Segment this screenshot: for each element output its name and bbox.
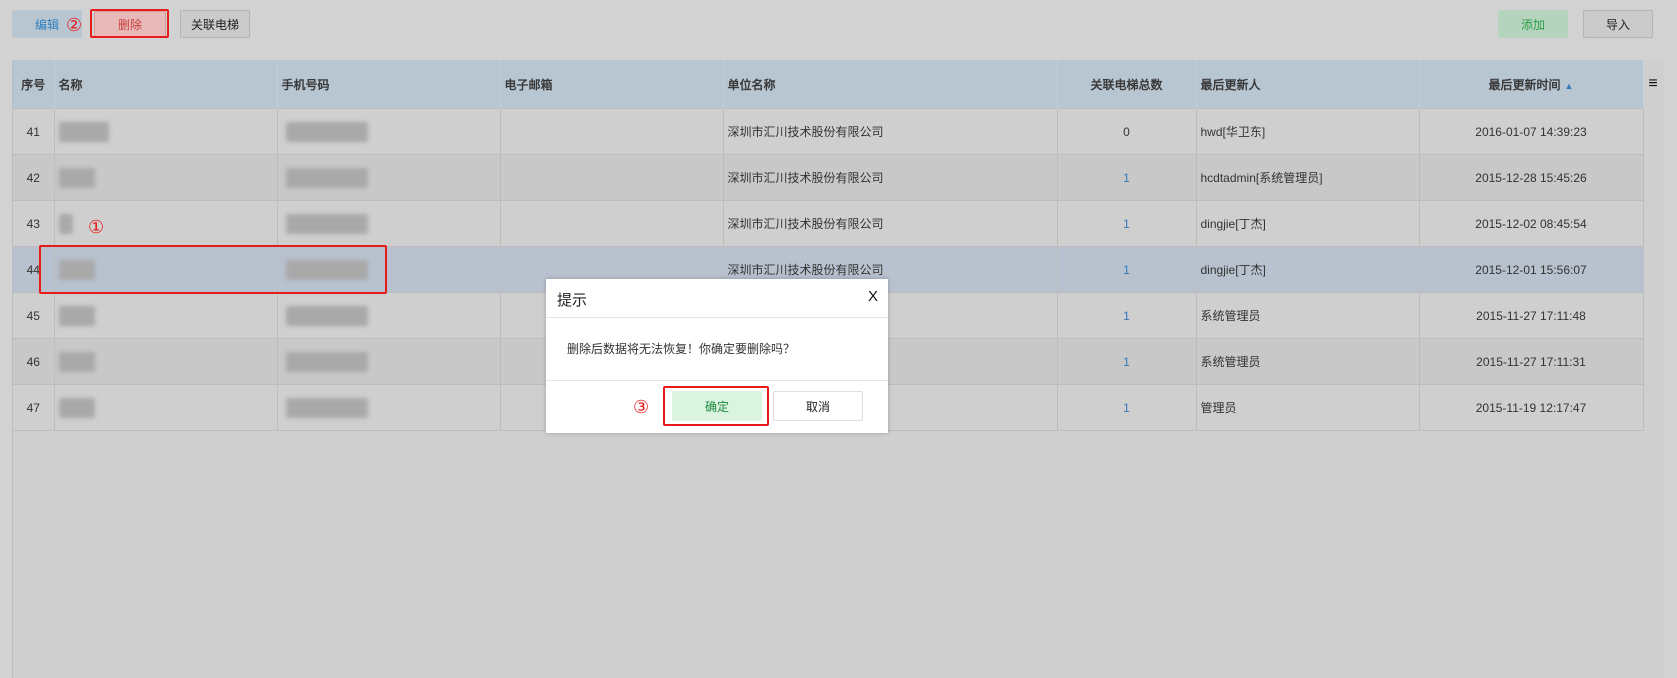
- cell-elevator-count[interactable]: 1: [1057, 200, 1197, 247]
- cell-name: [54, 154, 278, 201]
- dialog-title: 提示: [557, 292, 588, 309]
- redacted-phone: [285, 397, 368, 418]
- add-button[interactable]: 添加: [1498, 10, 1568, 38]
- column-menu-icon[interactable]: ≡: [1643, 60, 1663, 108]
- cell-index: 44: [13, 246, 55, 293]
- redacted-name: [58, 167, 95, 188]
- cell-elevator-count[interactable]: 1: [1057, 384, 1197, 431]
- cell-last-updated: 2015-11-27 17:11:48: [1419, 292, 1644, 339]
- cell-elevator-count[interactable]: 1: [1057, 154, 1197, 201]
- redacted-phone: [285, 121, 368, 142]
- dialog-footer: 确定 取消: [546, 381, 888, 433]
- close-icon[interactable]: X: [868, 288, 878, 305]
- cell-phone: [277, 338, 501, 385]
- redacted-name: [58, 305, 95, 326]
- cell-last-updated: 2015-11-19 12:17:47: [1419, 384, 1644, 431]
- column-header-company[interactable]: 单位名称: [723, 60, 1058, 109]
- cell-phone: [277, 246, 501, 293]
- link-elevator-button[interactable]: 关联电梯: [180, 10, 250, 38]
- column-header-name[interactable]: 名称: [54, 60, 278, 109]
- cell-elevator-count[interactable]: 1: [1057, 246, 1197, 293]
- table-row[interactable]: 42 深圳市汇川技术股份有限公司 1 hcdtadmin[系统管理员] 2015-12-…: [13, 154, 1644, 201]
- redacted-name: [58, 397, 95, 418]
- cell-index: 41: [13, 108, 55, 155]
- cell-name: [54, 292, 278, 339]
- cell-elevator-count[interactable]: 1: [1057, 292, 1197, 339]
- cell-index: 47: [13, 384, 55, 431]
- cell-company: 深圳市汇川技术股份有限公司: [723, 200, 1058, 247]
- cell-last-updater: hcdtadmin[系统管理员]: [1196, 154, 1420, 201]
- cell-name: [54, 338, 278, 385]
- dialog-message: 删除后数据将无法恢复！你确定要删除吗？: [546, 318, 888, 381]
- cell-index: 46: [13, 338, 55, 385]
- table-row[interactable]: 41 深圳市汇川技术股份有限公司 0 hwd[华卫东] 2016-01-07 14:39…: [13, 108, 1644, 155]
- cell-elevator-count[interactable]: 1: [1057, 338, 1197, 385]
- column-header-index[interactable]: 序号: [13, 60, 55, 109]
- dialog-header: 提示 X: [546, 279, 888, 318]
- cell-email: [500, 200, 724, 247]
- column-header-last-updated-label: 最后更新时间: [1488, 77, 1561, 92]
- confirm-dialog: 提示 X 删除后数据将无法恢复！你确定要删除吗？ 确定 取消: [546, 279, 888, 433]
- cell-phone: [277, 384, 501, 431]
- column-header-email[interactable]: 电子邮箱: [500, 60, 724, 109]
- redacted-name: [58, 213, 73, 234]
- table-header-row: 序号 名称 手机号码 电子邮箱 单位名称 关联电梯总数 最后更新人 最后更新时间…: [13, 60, 1644, 109]
- cell-last-updater: hwd[华卫东]: [1196, 108, 1420, 155]
- cell-name: [54, 246, 278, 293]
- cell-index: 42: [13, 154, 55, 201]
- confirm-button[interactable]: 确定: [672, 391, 762, 421]
- redacted-name: [58, 121, 109, 142]
- cell-last-updated: 2015-12-02 08:45:54: [1419, 200, 1644, 247]
- redacted-phone: [285, 351, 368, 372]
- cell-last-updater: 系统管理员: [1196, 338, 1420, 385]
- redacted-phone: [285, 259, 368, 280]
- redacted-phone: [285, 213, 368, 234]
- redacted-phone: [285, 305, 368, 326]
- cell-elevator-count: 0: [1057, 108, 1197, 155]
- cell-index: 45: [13, 292, 55, 339]
- cell-last-updated: 2015-11-27 17:11:31: [1419, 338, 1644, 385]
- import-button[interactable]: 导入: [1583, 10, 1653, 38]
- cell-phone: [277, 200, 501, 247]
- cell-phone: [277, 108, 501, 155]
- cell-last-updated: 2015-12-28 15:45:26: [1419, 154, 1644, 201]
- redacted-name: [58, 259, 95, 280]
- cell-last-updated: 2015-12-01 15:56:07: [1419, 246, 1644, 293]
- cell-name: [54, 108, 278, 155]
- cell-last-updater: dingjie[丁杰]: [1196, 200, 1420, 247]
- cell-email: [500, 154, 724, 201]
- delete-button[interactable]: 删除: [94, 11, 166, 37]
- cell-name: [54, 384, 278, 431]
- table-row[interactable]: 43 深圳市汇川技术股份有限公司 1 dingjie[丁杰] 2015-12-02 08…: [13, 200, 1644, 247]
- column-header-elevator-count[interactable]: 关联电梯总数: [1057, 60, 1197, 109]
- annotation-step3-label: ③: [633, 397, 650, 418]
- sort-icon[interactable]: ▲: [1565, 81, 1574, 91]
- cell-phone: [277, 154, 501, 201]
- toolbar: 编辑 删除 关联电梯 添加 导入: [0, 0, 1677, 48]
- redacted-phone: [285, 167, 368, 188]
- cell-index: 43: [13, 200, 55, 247]
- cell-company: 深圳市汇川技术股份有限公司: [723, 108, 1058, 155]
- redacted-name: [58, 351, 95, 372]
- column-header-last-updater[interactable]: 最后更新人: [1196, 60, 1420, 109]
- column-header-phone[interactable]: 手机号码: [277, 60, 501, 109]
- cell-last-updater: 系统管理员: [1196, 292, 1420, 339]
- annotation-step1-label: ①: [88, 217, 105, 238]
- cell-last-updated: 2016-01-07 14:39:23: [1419, 108, 1644, 155]
- cell-email: [500, 108, 724, 155]
- column-header-last-updated[interactable]: 最后更新时间 ▲: [1419, 60, 1644, 109]
- cell-company: 深圳市汇川技术股份有限公司: [723, 154, 1058, 201]
- cell-last-updater: 管理员: [1196, 384, 1420, 431]
- cell-phone: [277, 292, 501, 339]
- cell-last-updater: dingjie[丁杰]: [1196, 246, 1420, 293]
- annotation-step2-label: ②: [66, 15, 83, 36]
- cancel-button[interactable]: 取消: [773, 391, 863, 421]
